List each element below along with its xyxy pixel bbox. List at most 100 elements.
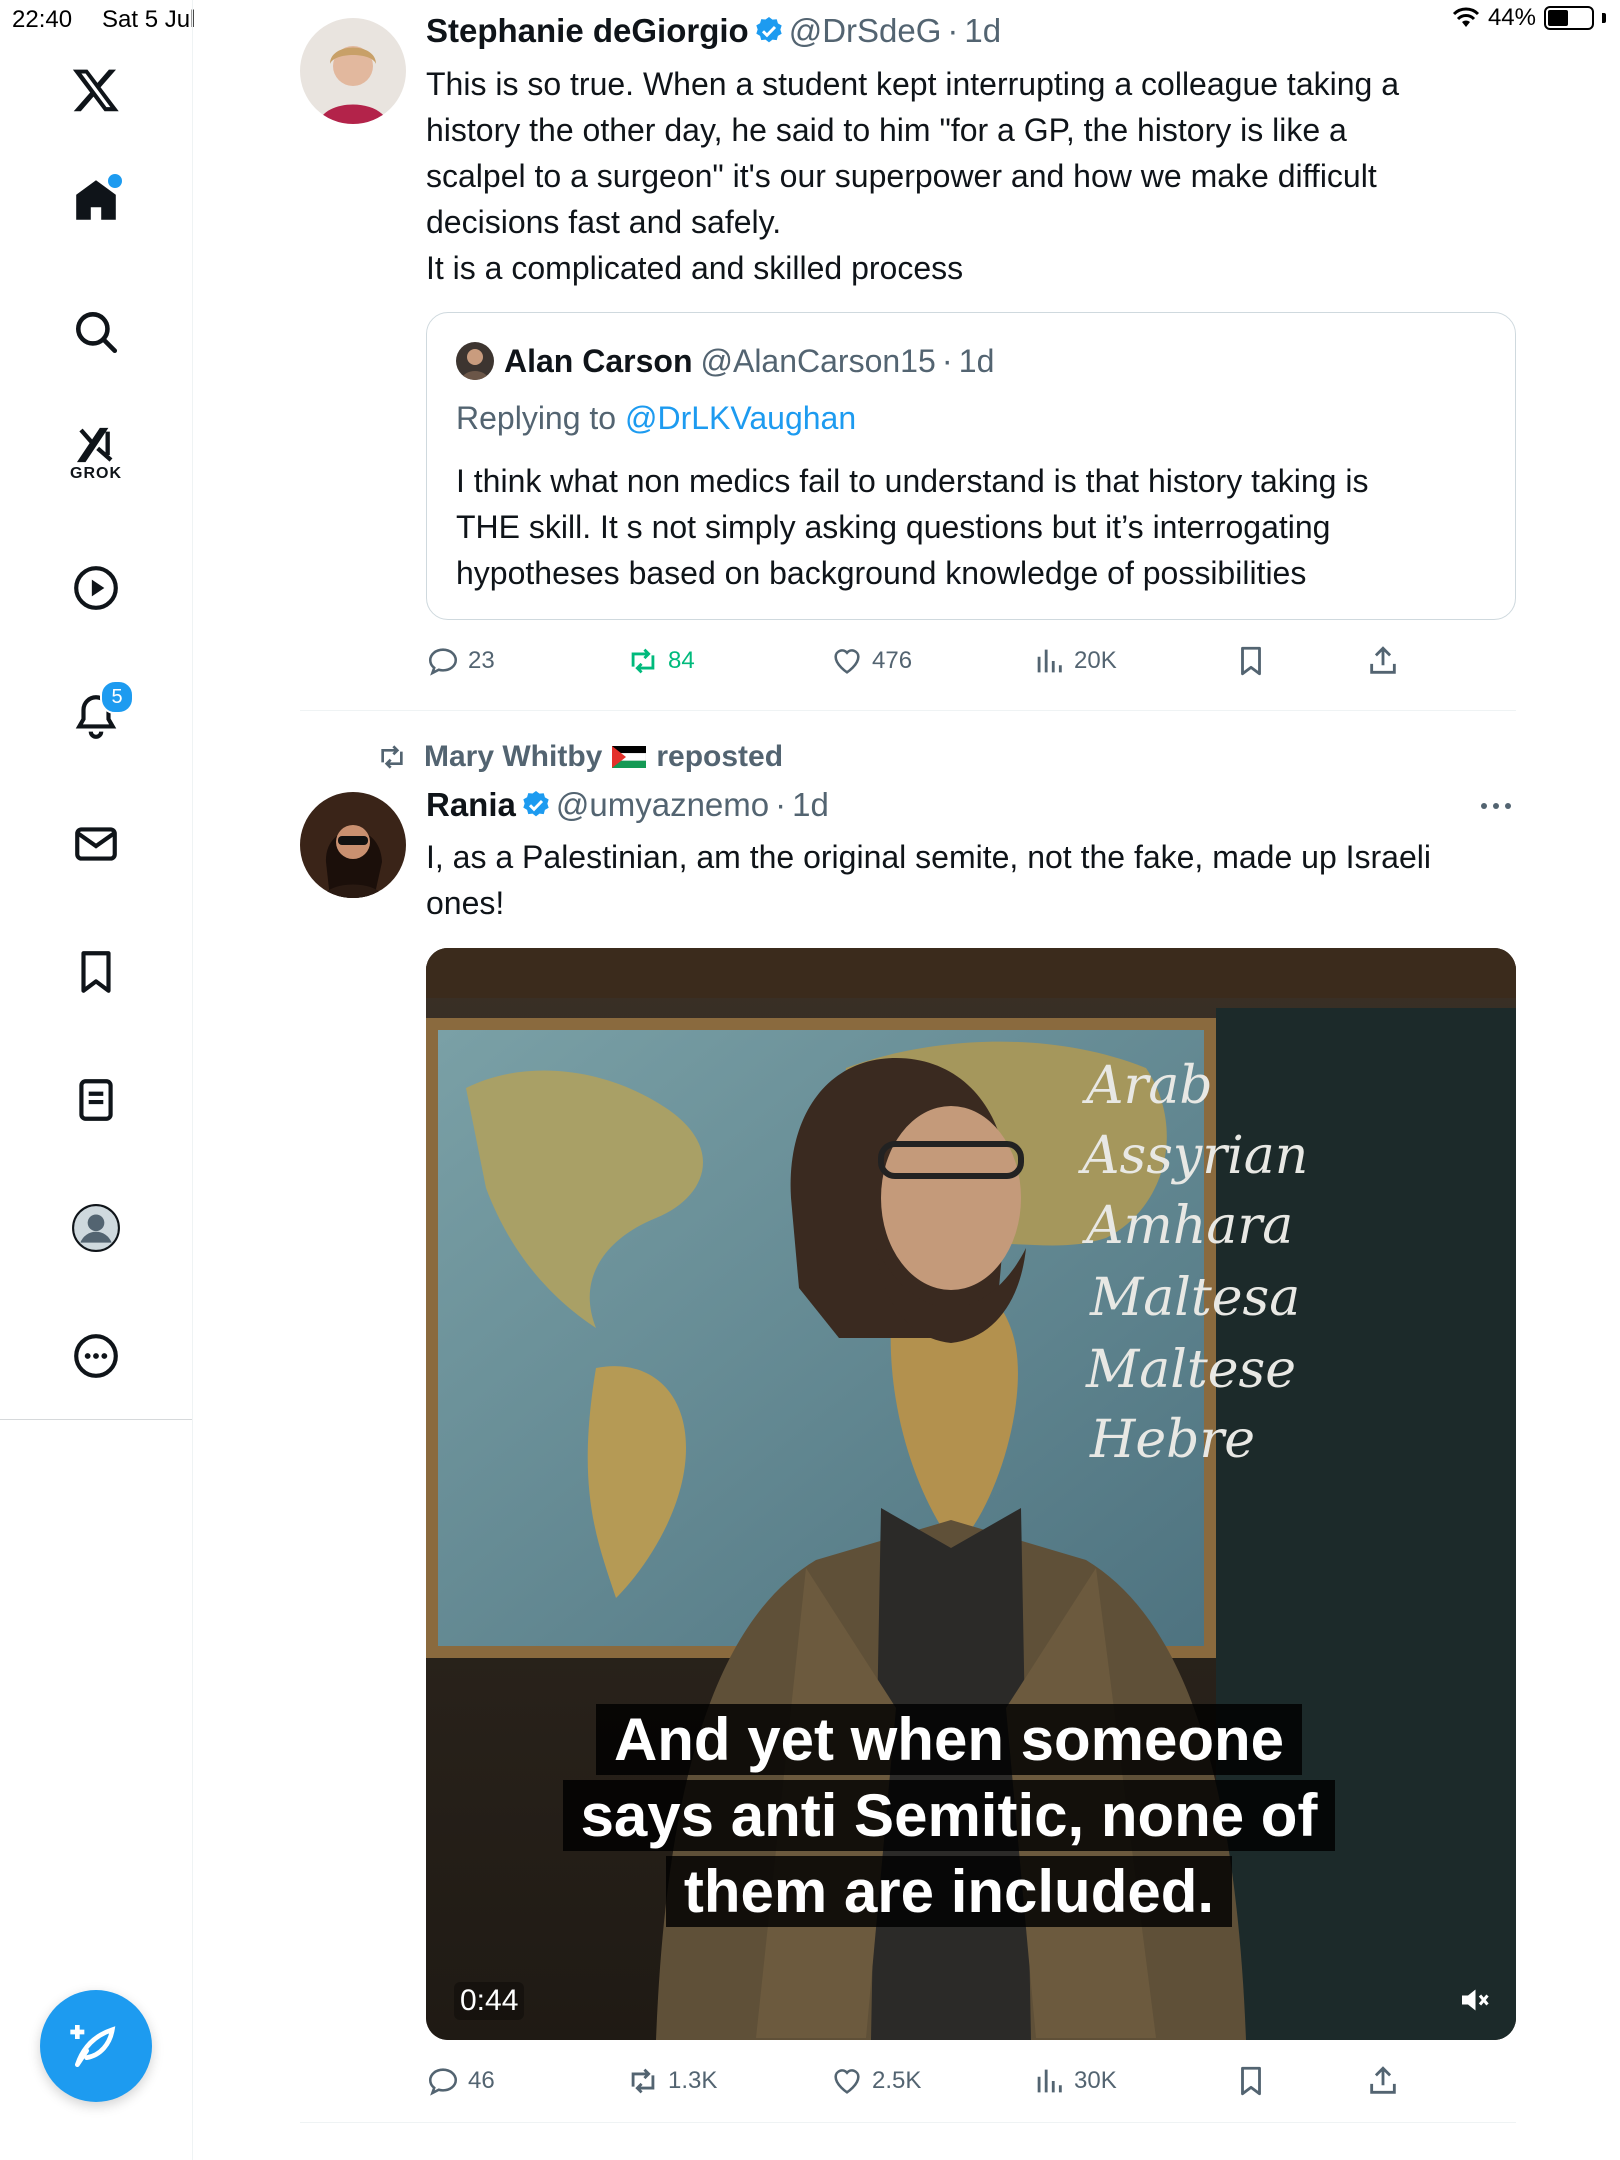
author-avatar[interactable] [300,18,406,124]
text-line: ones! [426,885,505,921]
tweet-divider [300,710,1516,711]
views-button[interactable]: 20K [1032,644,1117,678]
views-button[interactable]: 30K [1032,2064,1117,2098]
notifications-badge: 5 [100,680,134,714]
video-player[interactable]: Arab Assyrian Amhara Maltesa Maltese Heb… [426,948,1516,2040]
compose-post-button[interactable] [40,1990,152,2102]
quote-author-name[interactable]: Alan Carson [504,343,692,380]
nav-messages[interactable] [56,804,136,884]
mail-icon [75,827,117,861]
battery-icon [1544,6,1594,30]
mute-icon[interactable] [1456,1982,1492,2018]
caption-line: them are included. [665,1856,1233,1927]
tweet1-text: This is so true. When a student kept int… [426,61,1516,291]
nav-notifications[interactable]: 5 [56,676,136,756]
verified-badge-icon [756,17,782,43]
text-line: THE skill. It s not simply asking questi… [456,509,1331,545]
reply-count: 23 [468,647,495,674]
author-avatar[interactable] [300,792,406,898]
post-time[interactable]: 1d [964,12,1001,50]
heart-icon [834,649,860,674]
more-horizontal-icon [1481,803,1511,809]
repost-context: Mary Whitby reposted [376,740,783,774]
caption-line: says anti Semitic, none of [562,1780,1336,1851]
home-unread-dot [106,172,124,190]
more-options-button[interactable] [1476,796,1516,821]
chalkboard-item: Maltese [1086,1340,1297,1400]
quote-author-avatar[interactable] [456,342,494,380]
status-indicators: 44% [1452,4,1606,32]
nav-more[interactable] [56,1316,136,1396]
replying-prefix: Replying to [456,400,617,436]
nav-video[interactable] [56,548,136,628]
x-logo-icon[interactable] [56,50,136,130]
reply-button[interactable]: 46 [426,2064,495,2098]
like-count: 476 [872,647,913,674]
like-button[interactable]: 2.5K [830,2064,921,2098]
video-caption: And yet when someone says anti Semitic, … [522,1702,1376,1930]
author-name[interactable]: Stephanie deGiorgio [426,12,749,50]
views-bar-chart-icon [1037,649,1062,673]
quote-text: I think what non medics fail to understa… [456,458,1496,596]
tweet-divider [300,2122,1516,2123]
caption-line: And yet when someone [595,1704,1303,1775]
text-line: I, as a Palestinian, am the original sem… [426,839,1431,875]
tweet2-header: Rania @umyaznemo · 1d [426,786,829,824]
bookmark-button[interactable] [1234,644,1268,678]
nav-search[interactable] [56,292,136,372]
nav-bookmarks[interactable] [56,932,136,1012]
text-line: decisions fast and safely. [426,204,782,240]
bookmark-icon [1241,646,1261,676]
reply-icon [428,648,458,676]
quote-post-time: 1d [958,342,995,379]
nav-grok[interactable]: GROK [56,414,136,494]
reply-button[interactable]: 23 [426,644,495,678]
reply-count: 46 [468,2067,495,2094]
tweet2-text: I, as a Palestinian, am the original sem… [426,834,1516,926]
verified-badge-icon [523,791,549,817]
reposter-name[interactable]: Mary Whitby [424,740,602,774]
views-count: 20K [1074,647,1117,674]
share-button[interactable] [1366,2064,1400,2098]
views-count: 30K [1074,2067,1117,2094]
text-line: I think what non medics fail to understa… [456,463,1369,499]
like-button[interactable]: 476 [830,644,912,678]
nav-profile[interactable] [56,1188,136,1268]
heart-icon [834,2069,860,2094]
wifi-icon [1452,7,1480,27]
author-name[interactable]: Rania [426,786,516,824]
tweet1-header: Stephanie deGiorgio @DrSdeG · 1d [426,12,1001,50]
compose-feather-icon [70,2025,116,2067]
sidebar-divider [0,1419,192,1420]
repost-icon [381,745,403,769]
reply-icon [428,2068,458,2096]
like-count: 2.5K [872,2067,922,2094]
repost-button[interactable]: 1.3K [626,2064,717,2098]
text-line: hypotheses based on background knowledge… [456,555,1307,591]
share-icon [1370,2066,1396,2094]
video-duration: 0:44 [454,1982,525,2020]
palestine-flag-icon [612,746,647,768]
profile-avatar-icon [72,1204,120,1252]
post-time[interactable]: 1d [792,786,829,824]
chalkboard-item: Arab [1086,1056,1213,1116]
nav-lists[interactable] [56,1060,136,1140]
lists-icon [79,1079,113,1121]
replying-to-handle[interactable]: @DrLKVaughan [625,400,856,436]
grok-icon [76,427,113,463]
repost-count: 84 [668,647,695,674]
chalkboard-item: Amhara [1086,1196,1294,1256]
nav-home[interactable] [56,160,136,240]
replying-to: Replying to @DrLKVaughan [456,400,856,437]
bookmark-button[interactable] [1234,2064,1268,2098]
author-handle[interactable]: @DrSdeG [789,12,942,50]
share-button[interactable] [1366,644,1400,678]
quote-author-handle[interactable]: @AlanCarson15 [700,343,935,380]
separator-dot: · [947,12,959,49]
separator-dot: · [941,342,953,379]
repost-icon [631,648,655,674]
repost-button[interactable]: 84 [626,644,695,678]
chalkboard-item: Maltesa [1090,1268,1301,1328]
author-handle[interactable]: @umyaznemo [556,786,769,824]
chalkboard-item: Assyrian [1082,1126,1309,1186]
